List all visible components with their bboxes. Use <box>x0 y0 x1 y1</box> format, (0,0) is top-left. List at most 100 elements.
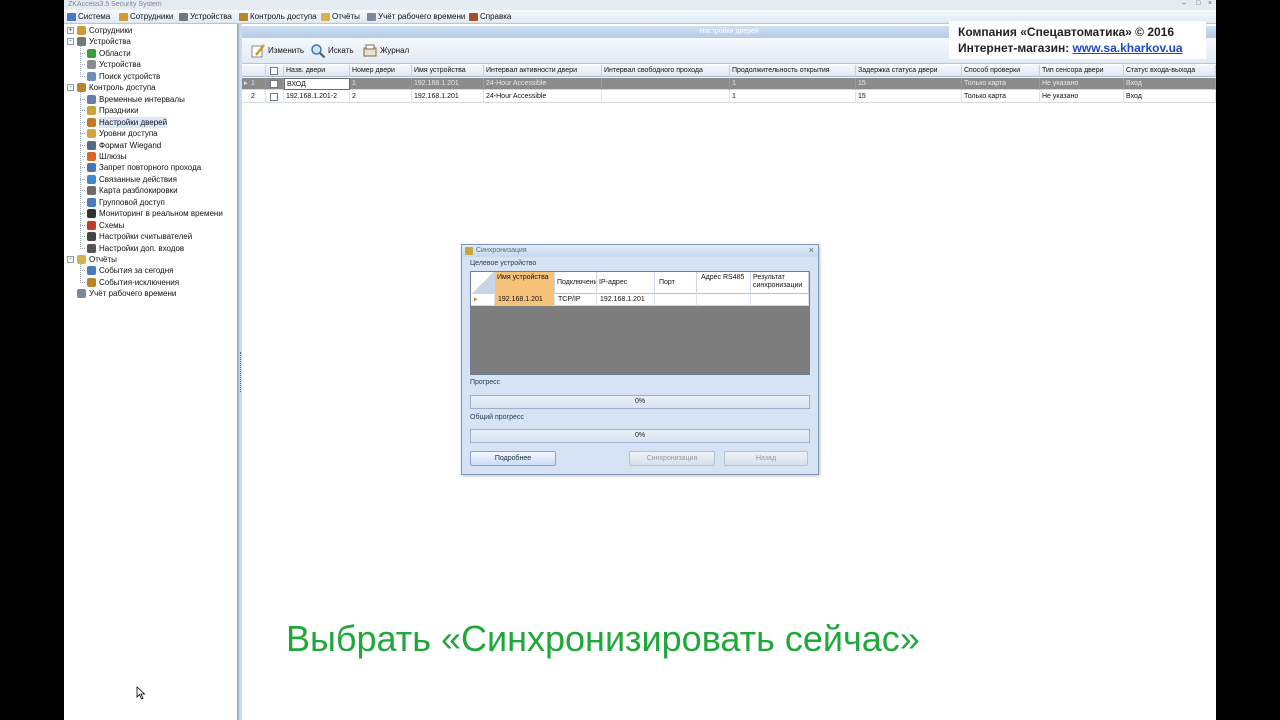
tree-item-label: События-исключения <box>99 277 180 287</box>
menu-item-4[interactable]: Отчёты <box>320 11 360 23</box>
toolbar-button-2[interactable]: Журнал <box>360 42 409 60</box>
dialog-close-icon[interactable]: × <box>809 245 814 255</box>
collapse-icon[interactable]: - <box>67 256 74 263</box>
tree-item-label: Настройки дверей <box>99 116 168 128</box>
reports-icon <box>77 255 86 264</box>
tree-item-5[interactable]: - Контроль доступа <box>64 82 236 93</box>
mouse-cursor-icon <box>136 686 146 700</box>
toolbar-button-label: Искать <box>328 46 354 55</box>
sync-button[interactable]: Синхронизация <box>629 451 715 466</box>
column-header-8[interactable]: Тип сенсора двери <box>1040 65 1124 77</box>
tree-item-6[interactable]: Временные интервалы <box>64 94 236 105</box>
menu-item-5[interactable]: Учёт рабочего времени <box>366 11 465 23</box>
grid-corner <box>471 272 495 294</box>
tree-item-2[interactable]: Области <box>64 48 236 59</box>
column-header-2[interactable]: Имя устройства <box>412 65 484 77</box>
column-header-9[interactable]: Статус входа-выхода <box>1124 65 1216 77</box>
row-checkbox[interactable] <box>270 93 278 101</box>
tree-item-20[interactable]: - Отчёты <box>64 254 236 265</box>
tree-item-13[interactable]: Связанные действия <box>64 174 236 185</box>
menu-item-2[interactable]: Устройства <box>178 11 232 23</box>
select-all-checkbox[interactable] <box>270 67 278 75</box>
table-row[interactable]: 2 192.168.1.201-2 2 192.168.1.201 24-Hour Ac… <box>242 91 1216 103</box>
cell-ip: 192.168.1.201 <box>597 294 655 306</box>
table-cell: Только карта <box>962 91 1040 103</box>
tree-item-label: Учёт рабочего времени <box>89 289 177 299</box>
tree-item-label: Области <box>99 48 131 58</box>
exception-events-icon <box>87 277 96 287</box>
tree-item-11[interactable]: Шлюзы <box>64 151 236 162</box>
col-port[interactable]: Порт <box>655 272 697 294</box>
device-search-icon <box>87 71 96 81</box>
log-icon <box>362 43 378 59</box>
column-header-0[interactable]: Назв. двери <box>284 65 350 77</box>
table-row[interactable]: ▸ 1 ВХОД 1 192.168.1.201 24-Hour Accessible 1 1… <box>242 78 1216 90</box>
column-header-3[interactable]: Интервал активности двери <box>484 65 602 77</box>
tree-item-21[interactable]: События за сегодня <box>64 265 236 276</box>
tree-item-label: Уровни доступа <box>99 129 158 139</box>
expand-icon[interactable]: + <box>67 27 74 34</box>
tree-item-4[interactable]: Поиск устройств <box>64 71 236 82</box>
column-header-5[interactable]: Продолжительность открытия <box>730 65 856 77</box>
target-device-grid: Имя устройства Подключение IP-адрес Порт… <box>470 271 810 375</box>
menu-item-6[interactable]: Справка <box>468 11 511 23</box>
tree-item-23[interactable]: Учёт рабочего времени <box>64 288 236 299</box>
col-rs485[interactable]: Адрес RS485 <box>697 272 751 294</box>
column-header-1[interactable]: Номер двери <box>350 65 412 77</box>
tree-item-label: Формат Wiegand <box>99 140 162 150</box>
tree-item-18[interactable]: Настройки считывателей <box>64 231 236 242</box>
system-icon <box>67 13 76 21</box>
tree-item-3[interactable]: Устройства <box>64 59 236 70</box>
menu-item-1[interactable]: Сотрудники <box>118 11 173 23</box>
dialog-grid-row[interactable]: ▸ 192.168.1.201 TCP/IP 192.168.1.201 <box>471 294 809 306</box>
tree-item-0[interactable]: + Сотрудники <box>64 25 236 36</box>
toolbar-button-0[interactable]: Изменить <box>248 42 304 60</box>
tree-item-1[interactable]: - Устройства <box>64 36 236 47</box>
table-cell: Вход <box>1124 78 1216 90</box>
grid-header: Назв. двери Номер двери Имя устройства Инте… <box>242 65 1216 77</box>
details-button[interactable]: Подробнее <box>470 451 556 466</box>
sync-icon <box>465 247 473 255</box>
col-ip[interactable]: IP-адрес <box>597 272 655 294</box>
tree-item-22[interactable]: События-исключения <box>64 277 236 288</box>
table-cell: 2 <box>350 91 412 103</box>
help-icon <box>469 13 478 21</box>
collapse-icon[interactable]: - <box>67 38 74 46</box>
tree-item-label: События за сегодня <box>99 266 174 276</box>
menu-item-label: Система <box>78 12 111 21</box>
tree-item-label: Устройства <box>99 60 141 70</box>
row-checkbox[interactable] <box>270 80 278 88</box>
menu-item-0[interactable]: Система <box>66 11 110 23</box>
tree-item-12[interactable]: Запрет повторного прохода <box>64 162 236 173</box>
menu-item-label: Учёт рабочего времени <box>378 12 466 21</box>
close-icon[interactable]: × <box>1208 0 1212 7</box>
table-cell: 1 <box>730 78 856 90</box>
column-header-6[interactable]: Задержка статуса двери <box>856 65 962 77</box>
column-header-7[interactable]: Способ проверки <box>962 65 1040 77</box>
tree-item-8[interactable]: Настройки дверей <box>64 116 236 128</box>
window-title: ZKAccess3.5 Security System <box>68 1 162 8</box>
back-button[interactable]: Назад <box>724 451 808 466</box>
toolbar-button-1[interactable]: Искать <box>308 42 354 60</box>
menu-item-3[interactable]: Контроль доступа <box>238 11 317 23</box>
tree-item-16[interactable]: Мониторинг в реальном времени <box>64 208 236 219</box>
column-header-4[interactable]: Интервал свободного прохода <box>602 65 730 77</box>
table-cell: 1 <box>730 91 856 103</box>
tree-item-14[interactable]: Карта разблокировки <box>64 185 236 196</box>
col-device-name[interactable]: Имя устройства <box>495 272 555 294</box>
device-icon <box>87 60 96 70</box>
promo-url-link[interactable]: www.sa.kharkov.ua <box>1073 41 1183 55</box>
menu-item-label: Сотрудники <box>130 12 174 21</box>
col-sync-result[interactable]: Результат синхронизации <box>751 272 809 294</box>
maximize-icon[interactable]: □ <box>1196 0 1200 7</box>
tree-item-9[interactable]: Уровни доступа <box>64 128 236 139</box>
total-progress-label: Общий прогресс <box>470 414 524 421</box>
tree-item-17[interactable]: Схемы <box>64 220 236 231</box>
tree-item-10[interactable]: Формат Wiegand <box>64 140 236 151</box>
tree-item-15[interactable]: Групповой доступ <box>64 197 236 208</box>
tree-item-19[interactable]: Настройки доп. входов <box>64 243 236 254</box>
minimize-icon[interactable]: – <box>1182 0 1186 7</box>
tree-item-7[interactable]: Праздники <box>64 105 236 116</box>
col-connection[interactable]: Подключение <box>555 272 597 294</box>
collapse-icon[interactable]: - <box>67 84 74 92</box>
